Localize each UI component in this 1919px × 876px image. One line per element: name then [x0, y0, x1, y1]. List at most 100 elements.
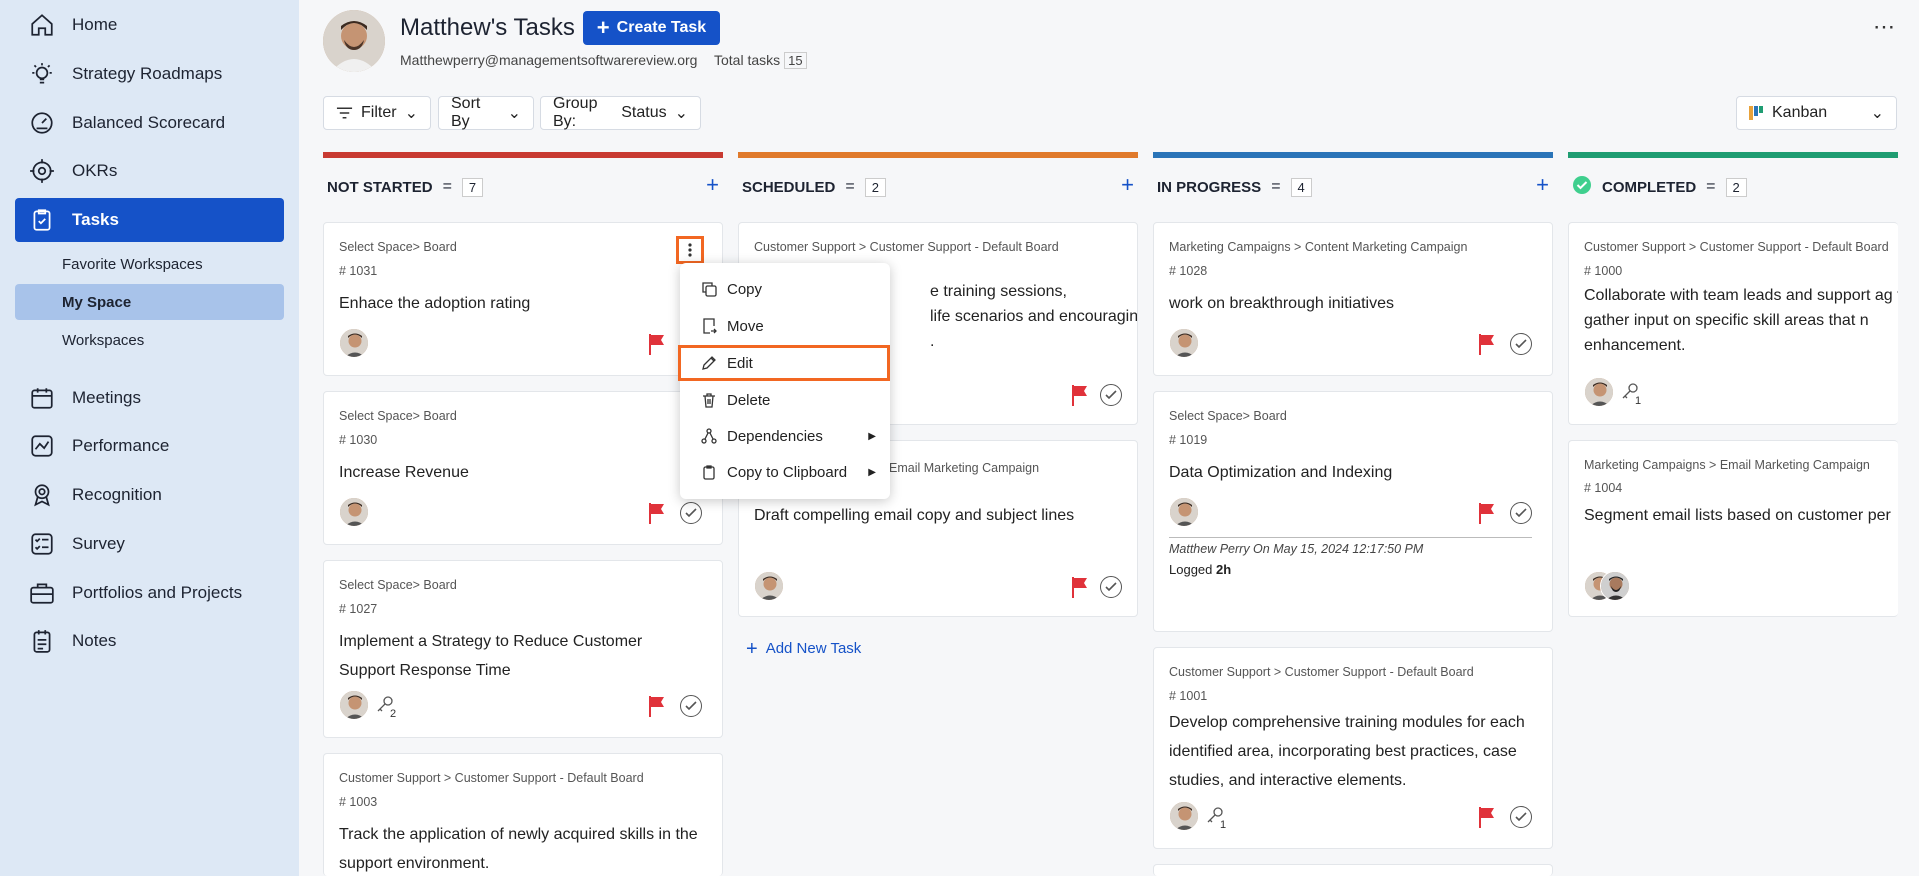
home-icon: [28, 11, 56, 39]
task-card[interactable]: Marketing Campaigns > Email Marketing Ca…: [1568, 440, 1898, 617]
more-options-icon[interactable]: ⋯: [1873, 14, 1896, 40]
key-icon: 2: [376, 694, 396, 720]
view-label: Kanban: [1772, 104, 1828, 121]
sidebar-item-strategy-roadmaps[interactable]: Strategy Roadmaps: [15, 52, 284, 96]
key-icon: 1: [1621, 381, 1641, 407]
sidebar-item-label: Tasks: [72, 210, 119, 229]
card-title: Develop comprehensive training modules f…: [1169, 714, 1525, 789]
checklist-icon: [28, 530, 56, 558]
card-breadcrumb: Select Space> Board: [339, 409, 457, 423]
sidebar-item-home[interactable]: Home: [15, 3, 284, 47]
menu-item-dependencies[interactable]: Dependencies ▶: [680, 418, 890, 454]
sidebar-sub-workspaces[interactable]: Workspaces: [15, 322, 284, 358]
lightbulb-icon: [28, 60, 56, 88]
column-title: COMPLETED: [1602, 178, 1697, 196]
task-card[interactable]: Customer Support > Customer Support - De…: [1153, 647, 1553, 849]
menu-item-edit[interactable]: Edit: [680, 345, 890, 381]
time-logged: Logged 2h: [1169, 562, 1231, 577]
menu-item-copy[interactable]: Copy: [680, 271, 890, 307]
sort-label: Sort By: [451, 95, 481, 130]
sidebar-sub-favorite-workspaces[interactable]: Favorite Workspaces: [15, 246, 284, 282]
create-task-button[interactable]: + Create Task: [583, 11, 720, 45]
check-icon[interactable]: [680, 502, 702, 524]
task-card[interactable]: Marketing Campaigns > Content Marketing …: [1153, 222, 1553, 376]
task-card[interactable]: Customer Support > Customer Support - De…: [1568, 222, 1898, 425]
flag-icon[interactable]: [648, 502, 666, 524]
flag-icon[interactable]: [648, 695, 666, 717]
sidebar-item-balanced-scorecard[interactable]: Balanced Scorecard: [15, 101, 284, 145]
sidebar-item-recognition[interactable]: Recognition: [15, 473, 284, 517]
card-breadcrumb: Marketing Campaigns > Content Marketing …: [1169, 240, 1468, 254]
sidebar-item-portfolios-projects[interactable]: Portfolios and Projects: [15, 571, 284, 615]
task-card[interactable]: Select Space> Board # 1027 Implement a S…: [323, 560, 723, 738]
add-task-icon[interactable]: +: [1536, 174, 1549, 196]
menu-item-label: Copy: [727, 280, 763, 298]
check-icon[interactable]: [1510, 502, 1532, 524]
sidebar-item-notes[interactable]: Notes: [15, 619, 284, 663]
chevron-down-icon: ⌄: [404, 105, 418, 122]
menu-item-label: Dependencies: [727, 427, 823, 445]
column-header: IN PROGRESS = 4: [1157, 172, 1312, 202]
menu-item-delete[interactable]: Delete: [680, 382, 890, 418]
dependencies-icon: [701, 428, 717, 444]
sidebar-item-tasks[interactable]: Tasks: [15, 198, 284, 242]
card-number: # 1003: [339, 795, 378, 809]
equal-icon: =: [1706, 178, 1716, 195]
add-task-icon[interactable]: +: [706, 174, 719, 196]
sidebar-item-label: Home: [72, 15, 118, 34]
group-by-label: Group By:: [553, 95, 598, 130]
sidebar-item-meetings[interactable]: Meetings: [15, 376, 284, 420]
flag-icon[interactable]: [1071, 576, 1089, 598]
task-card[interactable]: Select Space> Board # 1019 Data Optimiza…: [1153, 391, 1553, 632]
check-icon[interactable]: [1100, 576, 1122, 598]
key-icon: 1: [1206, 805, 1226, 831]
time-log-entry: Matthew Perry On May 15, 2024 12:17:50 P…: [1169, 542, 1424, 556]
card-breadcrumb: Select Space> Board: [1169, 409, 1287, 423]
card-context-menu: Copy Move Edit Delete Dependencies ▶ Copy…: [680, 263, 890, 499]
group-by-button[interactable]: Group By: Status ⌄: [540, 95, 701, 130]
avatar: [1584, 377, 1614, 407]
check-icon[interactable]: [1100, 384, 1122, 406]
task-card[interactable]: Select Space> Board # 1030 Increase Reve…: [323, 391, 723, 545]
view-select[interactable]: Kanban ⌄: [1736, 96, 1897, 130]
menu-item-move[interactable]: Move: [680, 308, 890, 344]
check-icon[interactable]: [1510, 806, 1532, 828]
flag-icon[interactable]: [648, 333, 666, 355]
divider: [1169, 537, 1532, 538]
column-count: 7: [461, 177, 484, 197]
user-avatar: [323, 10, 385, 72]
flag-icon[interactable]: [1071, 384, 1089, 406]
check-icon[interactable]: [1510, 333, 1532, 355]
sidebar-item-performance[interactable]: Performance: [15, 424, 284, 468]
column-title: IN PROGRESS: [1157, 178, 1262, 196]
flag-icon[interactable]: [1478, 502, 1496, 524]
total-tasks-label: Total tasks: [714, 52, 781, 68]
add-new-task-button[interactable]: + Add New Task: [746, 639, 861, 659]
sidebar-item-survey[interactable]: Survey: [15, 522, 284, 566]
flag-icon[interactable]: [1478, 333, 1496, 355]
check-circle-icon: [1572, 175, 1592, 199]
task-card[interactable]: Select Space> Board # 1031 Enhace the ad…: [323, 222, 723, 376]
sort-by-button[interactable]: Sort By ⌄: [438, 95, 534, 130]
card-title: Enhace the adoption rating: [339, 295, 531, 312]
task-card[interactable]: Customer Support > Customer Support - De…: [323, 753, 723, 876]
column-header: SCHEDULED = 2: [742, 172, 886, 202]
flag-icon[interactable]: [1478, 806, 1496, 828]
card-menu-kebab-icon[interactable]: [676, 236, 704, 264]
column-header: NOT STARTED = 7: [327, 172, 484, 202]
card-breadcrumb: Select Space> Board: [339, 240, 457, 254]
sidebar-item-okrs[interactable]: OKRs: [15, 149, 284, 193]
clipboard-check-icon: [28, 206, 56, 234]
card-number: # 1004: [1584, 481, 1623, 495]
task-card[interactable]: [1153, 864, 1553, 876]
sidebar-sub-my-space[interactable]: My Space: [15, 284, 284, 320]
filter-button[interactable]: Filter ⌄: [323, 96, 431, 130]
add-task-icon[interactable]: +: [1121, 174, 1134, 196]
menu-item-copy-to-clipboard[interactable]: Copy to Clipboard ▶: [680, 454, 890, 490]
sidebar-item-label: Strategy Roadmaps: [72, 64, 223, 83]
badge-icon: [28, 481, 56, 509]
check-icon[interactable]: [680, 695, 702, 717]
caret-right-icon: ▶: [868, 430, 876, 442]
calendar-icon: [28, 384, 56, 412]
sidebar-item-label: Survey: [72, 534, 125, 553]
